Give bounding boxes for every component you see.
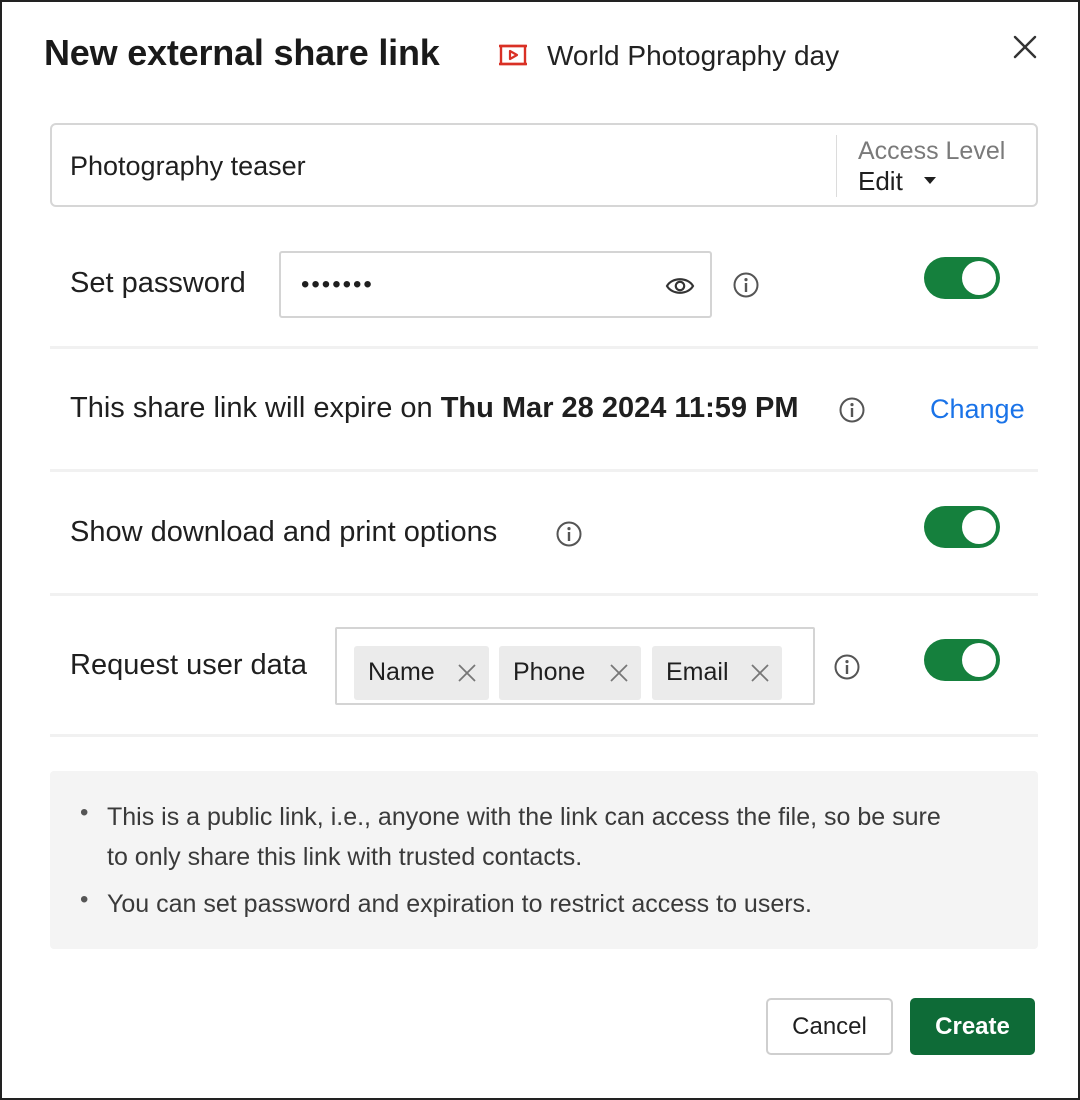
chip-phone: Phone (499, 646, 641, 700)
row-divider (50, 346, 1038, 349)
info-icon[interactable] (555, 520, 583, 548)
request-user-data-label: Request user data (70, 649, 307, 681)
row-divider (50, 734, 1038, 737)
share-link-dialog: New external share link World Photograph… (0, 0, 1080, 1100)
access-level-dropdown[interactable]: Edit (858, 166, 903, 197)
close-icon[interactable] (1008, 30, 1042, 64)
request-user-data-toggle[interactable] (924, 639, 1000, 681)
note-line: to only share this link with trusted con… (107, 843, 583, 871)
expiry-text: This share link will expire on Thu Mar 2… (70, 392, 799, 425)
download-options-label: Show download and print options (70, 516, 498, 548)
bullet: • (80, 886, 89, 913)
caret-down-icon[interactable] (924, 177, 936, 184)
dialog-title: New external share link (44, 32, 440, 73)
expiry-date: Thu Mar 28 2024 11:59 PM (440, 392, 799, 424)
change-expiry-link[interactable]: Change (930, 394, 1025, 425)
toggle-knob (962, 643, 996, 677)
password-toggle[interactable] (924, 257, 1000, 299)
row-divider (50, 593, 1038, 596)
remove-icon[interactable] (750, 663, 770, 683)
info-icon[interactable] (732, 271, 760, 299)
public-link-note: • This is a public link, i.e., anyone wi… (50, 771, 1038, 949)
note-line: This is a public link, i.e., anyone with… (107, 803, 941, 831)
note-line: You can set password and expiration to r… (107, 890, 812, 918)
link-name-field[interactable]: Photography teaser Access Level Edit (50, 123, 1038, 207)
password-value: ••••••• (301, 271, 374, 298)
chip-label: Email (666, 658, 729, 686)
user-data-fields[interactable]: Name Phone Email (335, 627, 815, 705)
chip-email: Email (652, 646, 782, 700)
remove-icon[interactable] (609, 663, 629, 683)
access-divider (836, 135, 837, 197)
chip-label: Phone (513, 658, 586, 686)
info-icon[interactable] (838, 396, 866, 424)
bullet: • (80, 799, 89, 826)
eye-icon[interactable] (665, 273, 695, 299)
link-name-value[interactable]: Photography teaser (70, 151, 306, 182)
access-level-label: Access Level (858, 137, 1006, 165)
info-icon[interactable] (833, 653, 861, 681)
toggle-knob (962, 510, 996, 544)
expiry-prefix: This share link will expire on (70, 392, 441, 424)
chip-label: Name (368, 658, 435, 686)
toggle-knob (962, 261, 996, 295)
row-divider (50, 469, 1038, 472)
remove-icon[interactable] (457, 663, 477, 683)
file-name: World Photography day (547, 40, 840, 71)
download-options-toggle[interactable] (924, 506, 1000, 548)
create-button[interactable]: Create (910, 998, 1035, 1055)
cancel-button[interactable]: Cancel (766, 998, 893, 1055)
password-input[interactable]: ••••••• (279, 251, 712, 318)
password-label: Set password (70, 267, 246, 299)
presentation-icon (499, 44, 527, 66)
chip-name: Name (354, 646, 489, 700)
